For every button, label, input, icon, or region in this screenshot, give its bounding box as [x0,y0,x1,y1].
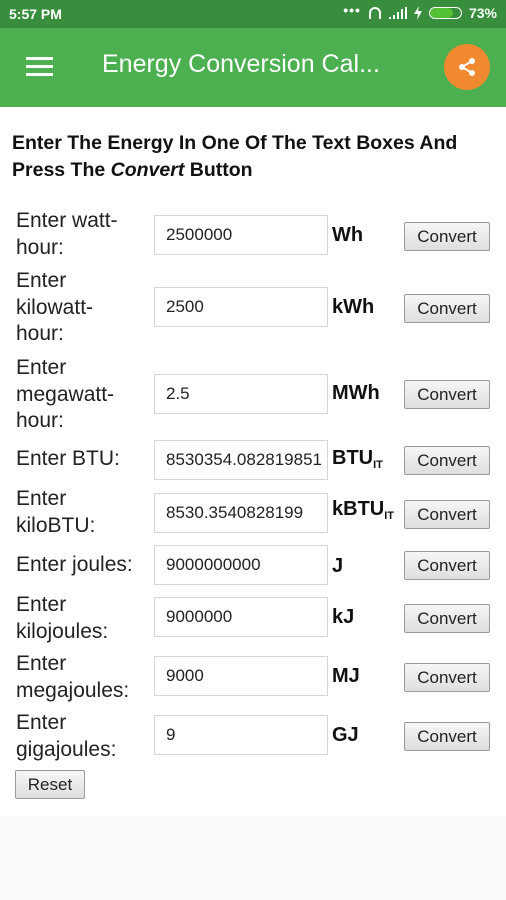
unit-label: kWh [332,296,374,319]
unit-label: kBTUIT [332,498,394,522]
share-icon [459,58,475,76]
field-label: Enter gigajoules: [16,711,117,761]
instructions-text-end: Button [184,159,253,181]
energy-input-kbtu[interactable] [154,493,328,533]
unit-label: kJ [332,606,354,629]
field-label: Enter watt-hour: [16,209,118,259]
convert-button-wh[interactable]: Convert [404,222,490,251]
battery-icon [428,7,462,19]
status-bar: 5:57 PM ••• 73% [0,0,506,28]
unit-text: kWh [332,296,375,318]
headphones-icon [368,7,381,19]
convert-button-btu[interactable]: Convert [404,446,490,475]
status-icons: ••• 73% [343,2,497,21]
unit-text: MWh [332,382,380,404]
field-label: Enter kilojoules: [16,593,109,643]
unit-subscript: IT [373,459,383,471]
more-icon: ••• [343,2,361,18]
hamburger-menu-icon[interactable] [26,57,53,77]
share-button[interactable] [444,44,490,90]
signal-icon [388,7,407,19]
field-label: Enter joules: [16,553,133,576]
status-time: 5:57 PM [9,6,62,22]
unit-text: Wh [332,224,364,246]
convert-button-kbtu[interactable]: Convert [404,500,490,529]
energy-input-kj[interactable] [154,597,328,637]
instructions-heading: Enter The Energy In One Of The Text Boxe… [12,130,502,184]
unit-subscript: IT [384,510,395,522]
energy-input-kwh[interactable] [154,287,328,327]
app-title: Energy Conversion Cal... [102,50,380,78]
field-label: Enter kiloBTU: [16,487,96,537]
unit-label: Wh [332,224,363,247]
field-label: Enter megajoules: [16,652,130,702]
battery-percent: 73% [468,5,497,21]
energy-input-wh[interactable] [154,215,328,255]
convert-button-gj[interactable]: Convert [404,722,490,751]
unit-label: MWh [332,382,380,405]
convert-button-j[interactable]: Convert [404,551,490,580]
energy-input-j[interactable] [154,545,328,585]
unit-text: BTU [332,447,374,469]
unit-label: MJ [332,665,360,688]
reset-button[interactable]: Reset [15,770,85,799]
field-label: Enter megawatt-hour: [16,356,115,432]
energy-input-mj[interactable] [154,656,328,696]
instructions-italic: Convert [110,159,185,181]
charging-icon [413,6,422,20]
energy-input-btu[interactable] [154,440,328,480]
unit-label: BTUIT [332,447,383,471]
unit-text: J [332,555,344,577]
unit-text: GJ [332,724,359,746]
convert-button-mj[interactable]: Convert [404,663,490,692]
convert-button-mwh[interactable]: Convert [404,380,490,409]
app-bar: Energy Conversion Cal... [0,28,506,107]
energy-input-mwh[interactable] [154,374,328,414]
field-label: Enter BTU: [16,447,120,470]
field-label: Enter kilowatt-hour: [16,269,94,345]
energy-input-gj[interactable] [154,715,328,755]
unit-text: kJ [332,606,355,628]
convert-button-kj[interactable]: Convert [404,604,490,633]
unit-label: J [332,555,343,578]
unit-text: kBTU [332,498,385,520]
unit-label: GJ [332,724,359,747]
convert-button-kwh[interactable]: Convert [404,294,490,323]
unit-text: MJ [332,665,360,687]
